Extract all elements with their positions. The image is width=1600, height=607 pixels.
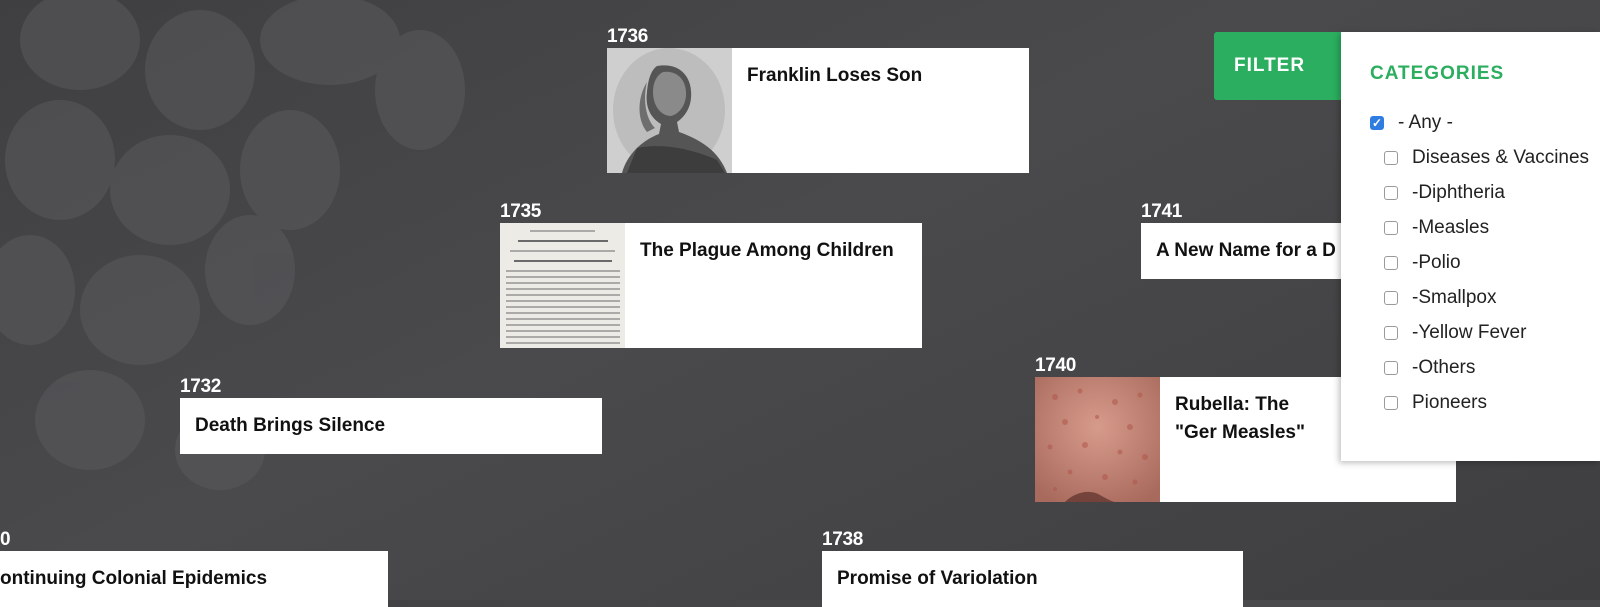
category-option-polio[interactable]: -Polio bbox=[1384, 252, 1461, 274]
category-option-any[interactable]: - Any - bbox=[1370, 112, 1453, 134]
checkbox-checked[interactable] bbox=[1370, 116, 1384, 130]
checkbox[interactable] bbox=[1384, 396, 1398, 410]
event-card[interactable]: ontinuing Colonial Epidemics bbox=[0, 551, 388, 607]
category-label: -Polio bbox=[1412, 252, 1461, 273]
event-year: 1738 bbox=[822, 529, 864, 550]
category-label: -Others bbox=[1412, 357, 1476, 378]
franklin-portrait-image bbox=[607, 48, 732, 173]
event-year: 1732 bbox=[180, 376, 222, 397]
category-option-measles[interactable]: -Measles bbox=[1384, 217, 1489, 239]
checkbox[interactable] bbox=[1384, 186, 1398, 200]
checkbox[interactable] bbox=[1384, 221, 1398, 235]
event-year: 1735 bbox=[500, 201, 542, 222]
event-year: 1736 bbox=[607, 26, 649, 47]
proclamation-document-image bbox=[500, 223, 625, 348]
category-option-pioneers[interactable]: Pioneers bbox=[1384, 392, 1487, 414]
event-title: ontinuing Colonial Epidemics bbox=[0, 568, 268, 589]
event-card[interactable]: Franklin Loses Son bbox=[607, 48, 1029, 173]
event-title: Death Brings Silence bbox=[195, 415, 386, 436]
category-option-smallpox[interactable]: -Smallpox bbox=[1384, 287, 1496, 309]
event-year: 0 bbox=[0, 529, 11, 550]
checkbox[interactable] bbox=[1384, 256, 1398, 270]
categories-heading: CATEGORIES bbox=[1370, 63, 1505, 84]
timeline-event[interactable]: 0 ontinuing Colonial Epidemics bbox=[0, 529, 388, 607]
category-label: Pioneers bbox=[1412, 392, 1487, 413]
category-label: -Yellow Fever bbox=[1412, 322, 1527, 343]
category-label: Diseases & Vaccines bbox=[1412, 147, 1590, 168]
checkbox[interactable] bbox=[1384, 151, 1398, 165]
event-card[interactable]: Death Brings Silence bbox=[180, 398, 602, 454]
checkbox[interactable] bbox=[1384, 361, 1398, 375]
categories-panel: CATEGORIES - Any - Diseases & Vaccines -… bbox=[1341, 32, 1600, 461]
event-card[interactable]: The Plague Among Children bbox=[500, 223, 922, 348]
rubella-rash-image bbox=[1035, 377, 1160, 502]
event-title: Rubella: The "Ger Measles" bbox=[1175, 394, 1305, 443]
timeline-event[interactable]: 1732 Death Brings Silence bbox=[180, 376, 602, 454]
event-title: Promise of Variolation bbox=[837, 568, 1038, 589]
category-label: -Smallpox bbox=[1412, 287, 1497, 308]
category-label: -Diphtheria bbox=[1412, 182, 1505, 203]
category-option-yellow-fever[interactable]: -Yellow Fever bbox=[1384, 322, 1526, 344]
category-option-diseases-vaccines[interactable]: Diseases & Vaccines bbox=[1384, 147, 1589, 169]
event-card[interactable]: Promise of Variolation bbox=[822, 551, 1243, 607]
event-title: Franklin Loses Son bbox=[747, 65, 923, 86]
category-option-diphtheria[interactable]: -Diphtheria bbox=[1384, 182, 1505, 204]
checkbox[interactable] bbox=[1384, 326, 1398, 340]
filter-button[interactable]: FILTER bbox=[1214, 32, 1342, 100]
timeline-event[interactable]: 1736 Franklin Loses Son bbox=[607, 26, 1029, 173]
category-option-others[interactable]: -Others bbox=[1384, 357, 1475, 379]
category-label: -Measles bbox=[1412, 217, 1490, 238]
category-label: - Any - bbox=[1398, 112, 1453, 133]
checkbox[interactable] bbox=[1384, 291, 1398, 305]
event-title: The Plague Among Children bbox=[640, 240, 894, 261]
timeline-event[interactable]: 1738 Promise of Variolation bbox=[822, 529, 1243, 607]
timeline-event[interactable]: 1735 The Plague Among Children bbox=[500, 201, 922, 348]
event-title: A New Name for a D bbox=[1156, 240, 1336, 261]
